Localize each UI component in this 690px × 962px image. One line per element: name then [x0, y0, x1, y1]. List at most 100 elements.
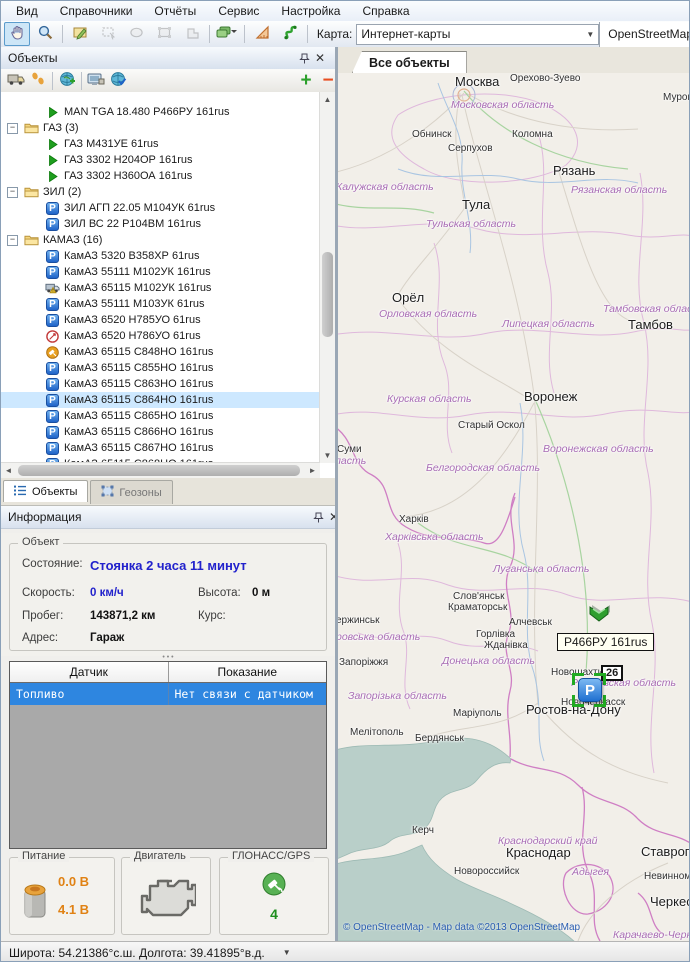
- vehicle-direction-marker-icon[interactable]: [588, 605, 610, 628]
- menu-item-Отчёты[interactable]: Отчёты: [143, 2, 207, 20]
- menu-item-Настройка[interactable]: Настройка: [270, 2, 351, 20]
- map-region-label: Запорізька область: [348, 690, 447, 702]
- tracks-button[interactable]: [27, 71, 49, 91]
- toolbar-separator: [62, 25, 63, 43]
- object-groupbox: Объект Состояние: Стоянка 2 часа 11 мину…: [9, 543, 327, 651]
- tree-row[interactable]: PКамАЗ 55111 М103УК 61rus: [1, 296, 320, 312]
- zoom-magnifier-button[interactable]: [32, 22, 58, 46]
- pin-icon[interactable]: [310, 509, 326, 525]
- select-area-button[interactable]: [95, 22, 121, 46]
- map-tab-all-objects[interactable]: Все объекты: [352, 51, 467, 73]
- collapse-icon[interactable]: −: [7, 235, 18, 246]
- selected-vehicle-marker[interactable]: P: [572, 673, 606, 707]
- map-city-label: Орёл: [392, 290, 424, 305]
- map-city-label: Горлівка: [476, 629, 515, 640]
- polygon-tool-button[interactable]: [179, 22, 205, 46]
- tree-row[interactable]: PЗИЛ АГП 22.05 М104УК 61rus: [1, 200, 320, 216]
- tree-vertical-scrollbar[interactable]: ▲ ▼: [319, 92, 335, 463]
- p-badge-icon: P: [45, 410, 60, 423]
- chevron-down-icon: ▼: [586, 30, 594, 39]
- tree-group[interactable]: −ЗИЛ (2): [1, 184, 320, 200]
- scroll-down-icon[interactable]: ▼: [320, 448, 335, 463]
- globe-check-button[interactable]: [107, 71, 129, 91]
- tree-row[interactable]: PКамАЗ 5320 В358ХР 61rus: [1, 248, 320, 264]
- toolbar-separator: [307, 25, 308, 43]
- map-canvas[interactable]: МоскваОрехово-ЗуевоМуромМосковская облас…: [338, 73, 690, 941]
- menu-item-Справка[interactable]: Справка: [351, 2, 420, 20]
- tree-row[interactable]: PКамАЗ 65115 С867НО 161rus: [1, 440, 320, 456]
- course-label: Курс:: [198, 610, 226, 622]
- close-icon[interactable]: ✕: [312, 50, 328, 66]
- scroll-right-icon[interactable]: ►: [305, 463, 320, 478]
- tree-row[interactable]: PКамАЗ 6520 Н785УО 61rus: [1, 312, 320, 328]
- menu-item-Вид[interactable]: Вид: [5, 2, 49, 20]
- edit-map-button[interactable]: [67, 22, 93, 46]
- tree-row[interactable]: КамАЗ 6520 Н786УО 61rus: [1, 328, 320, 344]
- tree-item-label: ГАЗ М431УЕ 61rus: [64, 138, 159, 150]
- scroll-up-icon[interactable]: ▲: [320, 92, 335, 107]
- vehicle-monitor-button[interactable]: [85, 71, 107, 91]
- map-region-label: Воронежская область: [543, 443, 654, 455]
- layers-button[interactable]: [214, 22, 240, 46]
- ellipse-tool-button[interactable]: [123, 22, 149, 46]
- info-panel-header: Информация ✕: [1, 506, 349, 529]
- truck-warn-icon: !: [45, 282, 60, 295]
- map-region-label: ровська область: [338, 631, 420, 643]
- map-region-label: Тамбовская область: [603, 303, 690, 315]
- map-region-label: ласть: [338, 455, 366, 467]
- p-badge-icon: P: [45, 266, 60, 279]
- tree-row[interactable]: ГАЗ 3302 Н360ОА 161rus: [1, 168, 320, 184]
- tree-row[interactable]: PКамАЗ 65115 С863НО 161rus: [1, 376, 320, 392]
- tree-row[interactable]: !КамАЗ 65115 М102УК 161rus: [1, 280, 320, 296]
- sensor-column-header[interactable]: Датчик: [10, 662, 169, 682]
- collapse-icon[interactable]: −: [7, 123, 18, 134]
- vehicle-truck-button[interactable]: [5, 71, 27, 91]
- map-city-label: Суми: [338, 444, 362, 455]
- map-city-label: Тамбов: [628, 317, 673, 332]
- map-provider-combobox[interactable]: OpenStreetMap: [599, 22, 690, 47]
- tree-row[interactable]: PЗИЛ ВС 22 Р104ВМ 161rus: [1, 216, 320, 232]
- p-badge-icon: P: [45, 426, 60, 439]
- scroll-left-icon[interactable]: ◄: [1, 463, 16, 478]
- chevron-down-icon[interactable]: ▼: [283, 948, 291, 957]
- toolbar-separator: [81, 72, 82, 90]
- add-object-button[interactable]: +: [295, 71, 317, 91]
- objects-panel-header: Объекты ✕: [1, 47, 335, 70]
- sensor-table-row[interactable]: ТопливоНет связи с датчиком: [10, 683, 326, 705]
- tree-row[interactable]: PКамАЗ 65115 С864НО 161rus: [1, 392, 320, 408]
- tab-label: Объекты: [32, 486, 77, 498]
- pin-icon[interactable]: [296, 50, 312, 66]
- pan-hand-button[interactable]: [4, 22, 30, 46]
- tree-group[interactable]: −ГАЗ (3): [1, 120, 320, 136]
- globe-add-button[interactable]: [56, 71, 78, 91]
- tree-row[interactable]: PКамАЗ 65115 С866НО 161rus: [1, 424, 320, 440]
- tree-row[interactable]: КамАЗ 65115 С848НО 161rus: [1, 344, 320, 360]
- tab-Объекты[interactable]: Объекты: [3, 480, 88, 502]
- tree-row[interactable]: ГАЗ М431УЕ 61rus: [1, 136, 320, 152]
- tree-group[interactable]: −КАМАЗ (16): [1, 232, 320, 248]
- tree-item-label: КамАЗ 65115 С855НО 161rus: [64, 362, 213, 374]
- ruler-button[interactable]: [249, 22, 275, 46]
- scrollbar-thumb[interactable]: [18, 465, 300, 476]
- main-toolbar: Карта: Интернет-карты ▼ OpenStreetMap: [1, 21, 690, 48]
- tree-row[interactable]: PКамАЗ 65115 С855НО 161rus: [1, 360, 320, 376]
- rect-tool-button[interactable]: [151, 22, 177, 46]
- map-city-label: Серпухов: [448, 143, 493, 154]
- collapse-icon[interactable]: −: [7, 187, 18, 198]
- tree-row[interactable]: PКамАЗ 55111 М102УК 161rus: [1, 264, 320, 280]
- p-badge-icon: P: [45, 250, 60, 263]
- tree-horizontal-scrollbar[interactable]: ◄ ►: [1, 462, 320, 478]
- folder-icon: [24, 186, 39, 198]
- tree-row[interactable]: ГАЗ 3302 Н204ОР 161rus: [1, 152, 320, 168]
- menu-item-Справочники[interactable]: Справочники: [49, 2, 144, 20]
- tab-Геозоны[interactable]: Геозоны: [90, 480, 172, 504]
- menu-item-Сервис[interactable]: Сервис: [207, 2, 270, 20]
- map-region-label: Луганська область: [493, 563, 589, 575]
- map-region-label: Белгородская область: [426, 462, 540, 474]
- tree-row[interactable]: PКамАЗ 65115 С865НО 161rus: [1, 408, 320, 424]
- map-type-combobox[interactable]: Интернет-карты ▼: [356, 24, 599, 45]
- value-column-header[interactable]: Показание: [169, 662, 327, 682]
- route-button[interactable]: [277, 22, 303, 46]
- scrollbar-thumb[interactable]: [322, 252, 333, 337]
- tree-row[interactable]: MAN TGA 18.480 Р466РУ 161rus: [1, 104, 320, 120]
